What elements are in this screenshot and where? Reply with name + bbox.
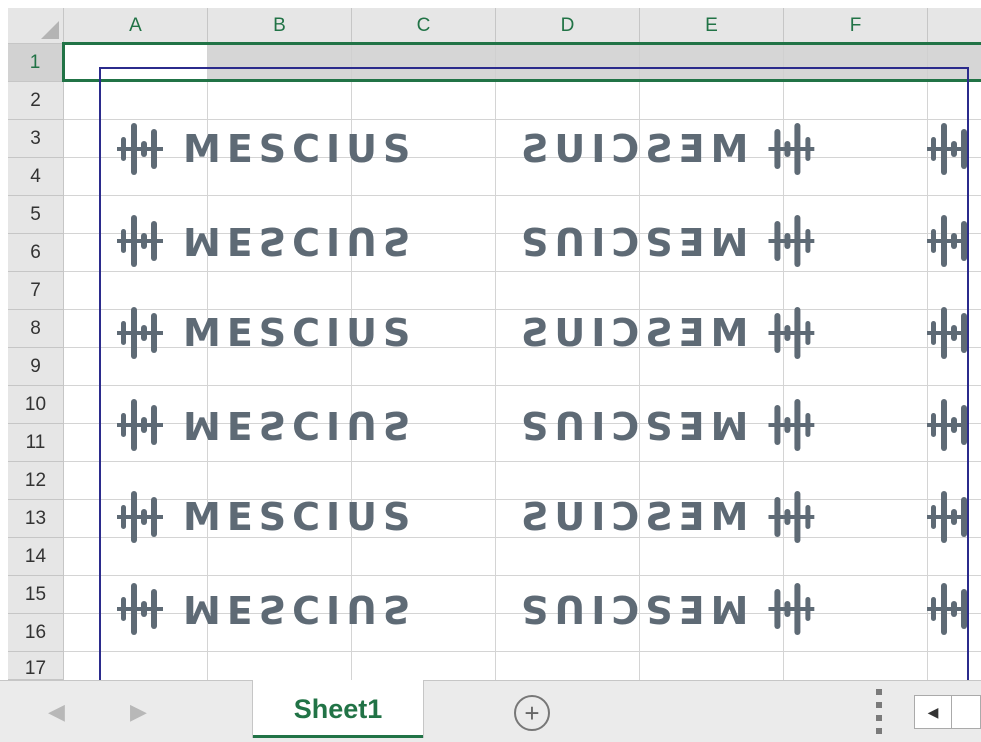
row-header-2[interactable]: 2 <box>8 82 64 120</box>
column-header-e[interactable]: E <box>640 8 784 44</box>
logo-normal: MESCIUS <box>117 211 416 271</box>
logo-mirrored: MESCIUS <box>515 487 815 547</box>
spreadsheet-grid: A B C D E F 1 2 3 4 5 6 7 8 9 10 11 12 1… <box>0 0 981 741</box>
row-header-8[interactable]: 8 <box>8 310 64 348</box>
next-sheet-arrow-icon[interactable]: ▶ <box>130 699 147 725</box>
row-header-12[interactable]: 12 <box>8 462 64 500</box>
row-header-7[interactable]: 7 <box>8 272 64 310</box>
logo-text: MESCIUS <box>183 127 417 171</box>
horizontal-scroll-control[interactable]: ◀ <box>914 695 981 729</box>
logo-text: MESCIUS <box>183 587 417 631</box>
logo-normal: MESCIUS <box>117 303 416 363</box>
logo-partial <box>927 579 967 639</box>
logo-text: MESCIUS <box>515 587 749 631</box>
row-header-17[interactable]: 17 <box>8 652 64 680</box>
column-header-b[interactable]: B <box>208 8 352 44</box>
row-header-11[interactable]: 11 <box>8 424 64 462</box>
column-header-d[interactable]: D <box>496 8 640 44</box>
row-header-1[interactable]: 1 <box>8 44 64 82</box>
logo-mirrored: MESCIUS <box>515 579 815 639</box>
column-header-a[interactable]: A <box>64 8 208 44</box>
row-header-10[interactable]: 10 <box>8 386 64 424</box>
logo-text: MESCIUS <box>183 311 417 355</box>
logo-row: MESCIUS MESCIUS <box>101 395 967 455</box>
logo-row: MESCIUS MESCIUS <box>101 579 967 639</box>
logo-row: MESCIUS MESCIUS <box>101 487 967 547</box>
logo-text: MESCIUS <box>515 127 749 171</box>
column-header-c[interactable]: C <box>352 8 496 44</box>
tab-sheet1[interactable]: Sheet1 <box>252 680 424 738</box>
row-header-13[interactable]: 13 <box>8 500 64 538</box>
add-sheet-button[interactable]: + <box>514 695 550 731</box>
logo-text: MESCIUS <box>515 219 749 263</box>
plus-icon: + <box>524 697 540 728</box>
logo-row: MESCIUS MESCIUS <box>101 303 967 363</box>
logo-mirrored: MESCIUS <box>515 303 815 363</box>
logo-text: MESCIUS <box>515 403 749 447</box>
logo-text: MESCIUS <box>183 495 417 539</box>
logo-text: MESCIUS <box>515 495 749 539</box>
row-header-16[interactable]: 16 <box>8 614 64 652</box>
logo-row: MESCIUS MESCIUS <box>101 211 967 271</box>
logo-partial <box>927 303 967 363</box>
row-header-3[interactable]: 3 <box>8 120 64 158</box>
select-all-corner[interactable] <box>8 8 64 44</box>
scroll-left-arrow-icon[interactable]: ◀ <box>915 696 952 728</box>
logo-partial <box>927 487 967 547</box>
tab-splitter-handle[interactable] <box>876 689 884 734</box>
logo-normal: MESCIUS <box>117 395 416 455</box>
tab-sheet1-label: Sheet1 <box>293 693 383 724</box>
row-header-15[interactable]: 15 <box>8 576 64 614</box>
mescius-logo-picture[interactable]: MESCIUS MESCIUS MESCIUS MESCIUS MESCIUS MESCI… <box>99 67 969 692</box>
sheet-tab-bar: ◀ ▶ Sheet1 + ◀ <box>0 680 981 742</box>
logo-text: MESCIUS <box>515 311 749 355</box>
column-header-g[interactable] <box>928 8 981 44</box>
column-header-f[interactable]: F <box>784 8 928 44</box>
row-header-4[interactable]: 4 <box>8 158 64 196</box>
logo-row: MESCIUS MESCIUS <box>101 119 967 179</box>
logo-normal: MESCIUS <box>117 579 416 639</box>
logo-partial <box>927 395 967 455</box>
row-header-9[interactable]: 9 <box>8 348 64 386</box>
logo-mirrored: MESCIUS <box>515 211 815 271</box>
logo-mirrored: MESCIUS <box>515 119 815 179</box>
logo-partial <box>927 211 967 271</box>
prev-sheet-arrow-icon[interactable]: ◀ <box>48 699 65 725</box>
row-header-6[interactable]: 6 <box>8 234 64 272</box>
logo-normal: MESCIUS <box>117 487 416 547</box>
logo-text: MESCIUS <box>183 219 417 263</box>
row-header-5[interactable]: 5 <box>8 196 64 234</box>
logo-partial <box>927 119 967 179</box>
logo-mirrored: MESCIUS <box>515 395 815 455</box>
row-header-14[interactable]: 14 <box>8 538 64 576</box>
logo-normal: MESCIUS <box>117 119 416 179</box>
logo-text: MESCIUS <box>183 403 417 447</box>
